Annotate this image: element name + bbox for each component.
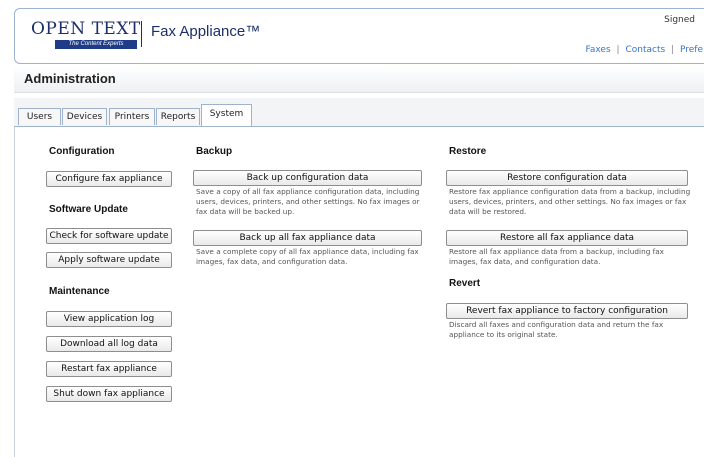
apply-software-update-button[interactable]: Apply software update [46,252,172,268]
logo-tagline: The Content Experts [55,40,137,49]
header-divider [141,21,142,47]
link-separator: | [616,45,620,55]
restore-configuration-description: Restore fax appliance configuration data… [449,187,691,216]
restore-configuration-button[interactable]: Restore configuration data [446,170,688,186]
configure-fax-appliance-button[interactable]: Configure fax appliance [46,171,172,187]
product-name: Fax Appliance™ [151,23,261,40]
shutdown-fax-appliance-button[interactable]: Shut down fax appliance [46,386,172,402]
software-update-heading: Software Update [49,204,128,215]
tab-printers[interactable]: Printers [109,108,155,125]
system-panel: Configuration Configure fax appliance So… [14,127,704,457]
link-separator: | [671,45,675,55]
restore-heading: Restore [449,146,487,157]
download-log-data-button[interactable]: Download all log data [46,336,172,352]
top-links: Faxes | Contacts | Prefe [586,45,703,55]
maintenance-heading: Maintenance [49,286,110,297]
configuration-heading: Configuration [49,146,115,157]
tab-reports[interactable]: Reports [156,108,200,125]
backup-configuration-button[interactable]: Back up configuration data [193,170,422,186]
signed-in-text: Signed [664,15,695,25]
opentext-logo: OPEN TEXT The Content Experts [31,21,141,49]
backup-all-data-button[interactable]: Back up all fax appliance data [193,230,422,246]
page-title: Administration [24,71,116,86]
tab-devices[interactable]: Devices [62,108,107,125]
faxes-link[interactable]: Faxes [586,45,611,55]
app-header: OPEN TEXT The Content Experts Fax Applia… [14,8,704,64]
restart-fax-appliance-button[interactable]: Restart fax appliance [46,361,172,377]
tab-system[interactable]: System [201,104,252,126]
backup-heading: Backup [196,146,233,157]
restore-all-data-description: Restore all fax appliance data from a ba… [449,247,665,266]
tab-users[interactable]: Users [18,108,61,125]
revert-heading: Revert [449,278,481,289]
logo-wordmark: OPEN TEXT [31,19,141,39]
backup-configuration-description: Save a copy of all fax appliance configu… [196,187,420,216]
restore-all-data-button[interactable]: Restore all fax appliance data [446,230,688,246]
revert-factory-configuration-button[interactable]: Revert fax appliance to factory configur… [446,303,688,319]
preferences-link[interactable]: Prefe [680,45,703,55]
view-application-log-button[interactable]: View application log [46,311,172,327]
contacts-link[interactable]: Contacts [625,45,665,55]
check-software-update-button[interactable]: Check for software update [46,228,172,244]
backup-all-data-description: Save a complete copy of all fax applianc… [196,247,419,266]
tab-bar: Users Devices Printers Reports System [14,98,704,127]
revert-description: Discard all faxes and configuration data… [449,320,664,339]
page-title-bar: Administration [14,66,704,93]
